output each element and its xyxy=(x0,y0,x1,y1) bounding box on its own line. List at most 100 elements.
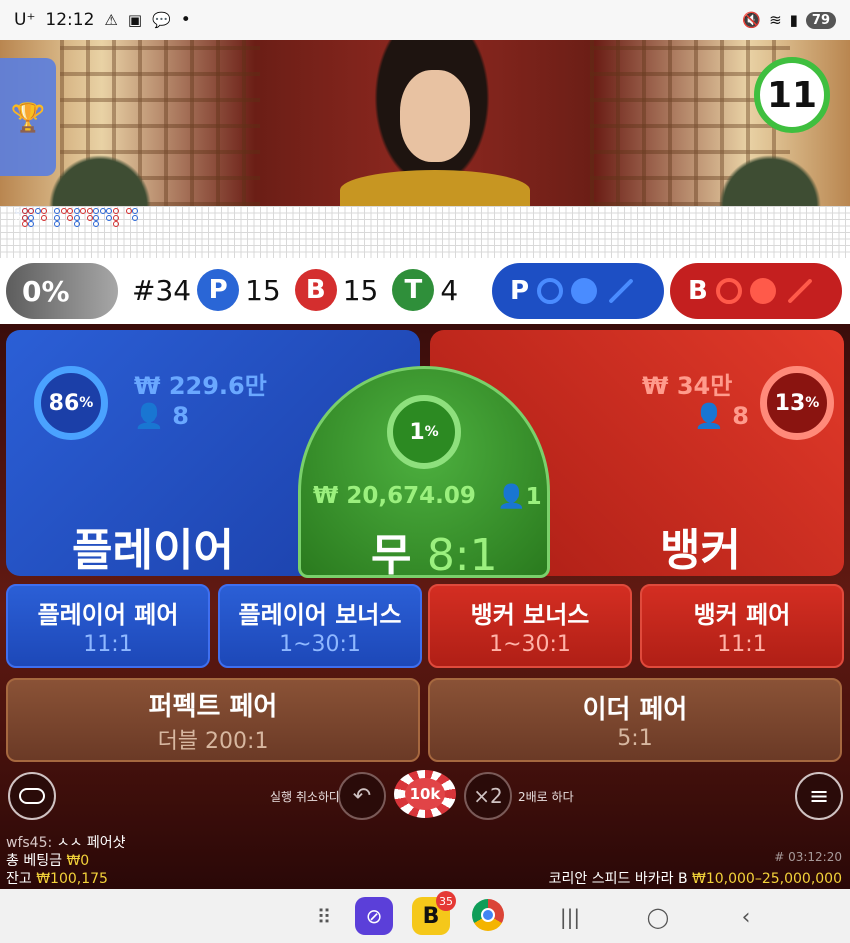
either-pair-button[interactable]: 이더 페어 5:1 xyxy=(428,678,842,762)
road-mark xyxy=(80,208,86,214)
undo-icon: ↶ xyxy=(352,783,372,809)
double-label: 2배로 하다 xyxy=(518,790,574,804)
person-icon: 👤 xyxy=(497,484,526,510)
navigation-bar: ⠿ ⊘ B 35 ||| ◯ ‹ xyxy=(0,889,850,943)
pair-bet-odds: 5:1 xyxy=(617,726,653,751)
road-mark xyxy=(86,214,93,221)
shoe-number: #34 xyxy=(132,273,192,307)
cockroach-slash-icon xyxy=(787,278,813,304)
dealer-face xyxy=(400,70,470,162)
big-road-ring-icon xyxy=(537,278,564,304)
tie-badge: T xyxy=(392,269,435,311)
total-bet: 총 베팅금 ₩0 xyxy=(6,850,89,870)
countdown-timer: 11 xyxy=(754,57,830,133)
road-mark xyxy=(28,221,34,227)
road-mark xyxy=(34,208,41,214)
banker-bonus-button[interactable]: 뱅커 보너스 1~30:1 xyxy=(428,584,632,668)
notification-dot: • xyxy=(180,10,191,30)
player-total-bet: ₩ 229.6만 xyxy=(134,372,267,400)
road-mark xyxy=(15,208,21,214)
road-mark xyxy=(99,208,106,214)
road-mark xyxy=(106,214,112,221)
double-button[interactable]: ×2 xyxy=(464,772,512,820)
chat-bubble-icon xyxy=(19,788,45,804)
perfect-pair-button[interactable]: 퍼펙트 페어 더블 200:1 xyxy=(6,678,420,762)
balance-value: ₩100,175 xyxy=(36,871,108,887)
side-bet-title: 플레이어 페어 xyxy=(37,601,179,629)
back-icon[interactable]: ‹ xyxy=(732,903,760,931)
road-mark xyxy=(93,214,99,221)
banker-pair-button[interactable]: 뱅커 페어 11:1 xyxy=(640,584,844,668)
road-mark xyxy=(86,208,93,214)
road-mark xyxy=(60,208,67,214)
road-mark xyxy=(28,214,34,221)
carrier-label: U⁺ xyxy=(14,10,36,30)
banker-bettors: 👤 8 xyxy=(694,402,749,430)
chat-button[interactable] xyxy=(8,772,56,820)
undo-label: 실행 취소하다 xyxy=(270,790,341,804)
road-mark xyxy=(54,221,60,227)
side-bet-title: 플레이어 보너스 xyxy=(238,601,402,629)
side-bet-odds: 1~30:1 xyxy=(489,632,571,657)
road-mark xyxy=(93,208,99,214)
side-bet-odds: 1~30:1 xyxy=(279,632,361,657)
undo-button[interactable]: ↶ xyxy=(338,772,386,820)
player-bettor-count: 8 xyxy=(172,402,189,430)
cockroach-slash-icon xyxy=(608,278,634,304)
road-mark xyxy=(73,214,80,221)
round-id: # 03:12:20 xyxy=(774,850,842,864)
person-icon: 👤 xyxy=(134,402,164,430)
dealer-body xyxy=(340,170,530,206)
signal-icon: ▮ xyxy=(789,11,798,29)
table-limits: ₩10,000–25,000,000 xyxy=(692,871,842,887)
app-drawer-icon[interactable]: ⠿ xyxy=(310,903,338,931)
banker-predict-button[interactable]: B xyxy=(670,263,842,319)
road-mark xyxy=(132,214,138,221)
road-mark xyxy=(132,208,138,214)
percent-label: 0% xyxy=(22,274,70,308)
road-mark xyxy=(21,208,28,214)
recent-apps-icon[interactable]: ||| xyxy=(556,903,584,931)
road-mark xyxy=(112,208,119,214)
road-mark xyxy=(125,208,132,214)
predict-label: B xyxy=(688,276,708,306)
road-mark xyxy=(112,221,119,227)
plant-decoration xyxy=(40,146,160,206)
tie-total-bet: ₩ 20,674.09 xyxy=(313,483,476,509)
predict-label: P xyxy=(510,276,530,306)
player-predict-button[interactable]: P xyxy=(492,263,664,319)
side-bet-title: 뱅커 페어 xyxy=(693,601,791,629)
menu-button[interactable]: ≡ xyxy=(795,772,843,820)
chip-value: 10k xyxy=(405,778,445,810)
player-label: 플레이어 xyxy=(72,525,234,576)
home-icon[interactable]: ◯ xyxy=(644,903,672,931)
banker-bettor-count: 8 xyxy=(732,402,749,430)
percent-sign: % xyxy=(424,424,439,440)
banker-percent-ring: 13% xyxy=(760,366,834,440)
player-pair-button[interactable]: 플레이어 페어 11:1 xyxy=(6,584,210,668)
table-name: 코리안 스피드 바카라 B xyxy=(548,871,688,887)
side-bet-title: 뱅커 보너스 xyxy=(470,601,590,629)
player-badge: P xyxy=(197,269,240,311)
roadmap[interactable] xyxy=(0,206,850,258)
pair-bet-title: 이더 페어 xyxy=(582,695,688,725)
player-bonus-button[interactable]: 플레이어 보너스 1~30:1 xyxy=(218,584,422,668)
side-bet-odds: 11:1 xyxy=(717,632,767,657)
battery-level: 79 xyxy=(805,11,836,29)
mute-icon: 🔇 xyxy=(742,11,762,29)
stats-bar: 0% #34 P 15 B 15 T 4 P B xyxy=(0,258,850,324)
chrome-icon[interactable] xyxy=(472,899,504,931)
chip-selector[interactable]: 10k xyxy=(394,770,456,818)
browser-app-icon[interactable]: ⊘ xyxy=(355,897,393,935)
total-bet-label: 총 베팅금 xyxy=(6,853,62,869)
road-mark xyxy=(67,208,73,214)
balance-label: 잔고 xyxy=(6,871,32,887)
leaderboard-button[interactable]: 🏆 xyxy=(0,58,56,176)
player-bettors: 👤 8 xyxy=(134,402,189,430)
tie-bettor-count: 1 xyxy=(525,484,542,510)
road-mark xyxy=(54,208,60,214)
b-app-letter: B xyxy=(422,903,440,929)
road-mark xyxy=(106,208,112,214)
percent-toggle[interactable]: 0% xyxy=(6,263,118,319)
road-mark xyxy=(93,221,99,227)
